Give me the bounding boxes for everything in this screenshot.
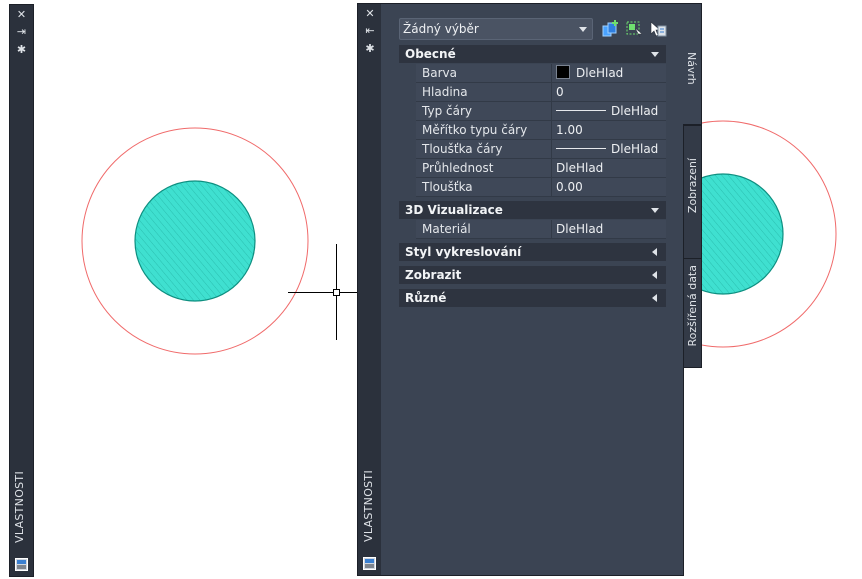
prop-name: Typ čáry	[416, 102, 552, 121]
tab-design-label: Návrh	[685, 52, 698, 85]
linetype-sample	[556, 110, 606, 111]
close-icon[interactable]: ✕	[10, 8, 33, 22]
prop-name: Tloušťka čáry	[416, 140, 552, 159]
prop-value[interactable]: DleHlad	[552, 159, 666, 178]
palette-title: VLASTNOSTI	[13, 471, 26, 543]
properties-title-strip: ✕ ⇤ ✱ VLASTNOSTI	[357, 3, 382, 576]
tab-display-label: Zobrazení	[686, 158, 699, 214]
properties-icon[interactable]	[363, 557, 376, 570]
prop-row-material[interactable]: Materiál DleHlad	[399, 220, 666, 239]
prop-value[interactable]: DleHlad	[552, 102, 666, 121]
prop-value[interactable]: 0.00	[552, 178, 666, 197]
prop-name: Barva	[416, 64, 552, 83]
section-view[interactable]: Zobrazit	[399, 266, 666, 284]
chevron-left-icon	[652, 248, 657, 256]
hatched-circle-left[interactable]	[134, 180, 256, 302]
autohide-icon[interactable]: ⇥	[10, 25, 33, 39]
prop-name: Měřítko typu čáry	[416, 121, 552, 140]
tab-display[interactable]: Zobrazení	[683, 125, 702, 260]
object-type-value: Žádný výběr	[403, 22, 479, 36]
section-view-title: Zobrazit	[405, 268, 462, 282]
prop-value[interactable]: 0	[552, 83, 666, 102]
prop-name: Materiál	[416, 220, 552, 239]
tab-extended-label: Rozšířená data	[686, 265, 699, 347]
settings-icon[interactable]: ✱	[358, 42, 382, 56]
prop-row-color[interactable]: Barva DleHlad	[399, 64, 666, 83]
object-type-select[interactable]: Žádný výběr	[399, 18, 593, 40]
section-general[interactable]: Obecné	[399, 45, 666, 63]
prop-value[interactable]: DleHlad	[552, 220, 666, 239]
crosshair-cursor	[288, 244, 358, 340]
section-3d-title: 3D Vizualizace	[405, 203, 503, 217]
prop-value[interactable]: DleHlad	[552, 64, 666, 83]
chevron-down-icon	[651, 208, 659, 213]
prop-name: Hladina	[416, 83, 552, 102]
prop-row-thickness[interactable]: Tloušťka 0.00	[399, 178, 666, 197]
prop-row-linetype[interactable]: Typ čáry DleHlad	[399, 102, 666, 121]
prop-row-transparency[interactable]: Průhlednost DleHlad	[399, 159, 666, 178]
chevron-left-icon	[652, 294, 657, 302]
section-misc-title: Různé	[405, 291, 447, 305]
section-general-title: Obecné	[405, 47, 456, 61]
section-plot-style[interactable]: Styl vykreslování	[399, 243, 666, 261]
section-misc[interactable]: Různé	[399, 289, 666, 307]
section-3d-visualization[interactable]: 3D Vizualizace	[399, 201, 666, 219]
prop-name: Průhlednost	[416, 159, 552, 178]
prop-value[interactable]: DleHlad	[552, 140, 666, 159]
palette-title: VLASTNOSTI	[362, 470, 375, 542]
prop-row-layer[interactable]: Hladina 0	[399, 83, 666, 102]
chevron-down-icon	[651, 52, 659, 57]
left-drawing	[81, 127, 309, 355]
section-plot-style-title: Styl vykreslování	[405, 245, 522, 259]
pickadd-icon[interactable]	[649, 20, 667, 38]
close-icon[interactable]: ✕	[358, 7, 382, 21]
left-properties-strip: ✕ ⇥ ✱ VLASTNOSTI	[9, 4, 34, 577]
prop-value[interactable]: 1.00	[552, 121, 666, 140]
lineweight-sample	[556, 148, 606, 149]
prop-row-lineweight[interactable]: Tloušťka čáry DleHlad	[399, 140, 666, 159]
properties-panel: Žádný výběr Obecné Barva DleHlad Hladina…	[381, 3, 684, 576]
chevron-left-icon	[652, 271, 657, 279]
select-objects-icon[interactable]	[625, 20, 643, 38]
color-swatch	[556, 65, 570, 79]
properties-icon[interactable]	[15, 558, 28, 571]
chevron-down-icon	[579, 27, 587, 32]
settings-icon[interactable]: ✱	[10, 43, 33, 57]
autohide-icon[interactable]: ⇤	[358, 24, 382, 38]
tab-extended-data[interactable]: Rozšířená data	[683, 258, 702, 368]
prop-row-linetype-scale[interactable]: Měřítko typu čáry 1.00	[399, 121, 666, 140]
prop-name: Tloušťka	[416, 178, 552, 197]
quick-select-icon[interactable]	[602, 20, 620, 38]
tab-design[interactable]: Návrh	[683, 3, 702, 125]
